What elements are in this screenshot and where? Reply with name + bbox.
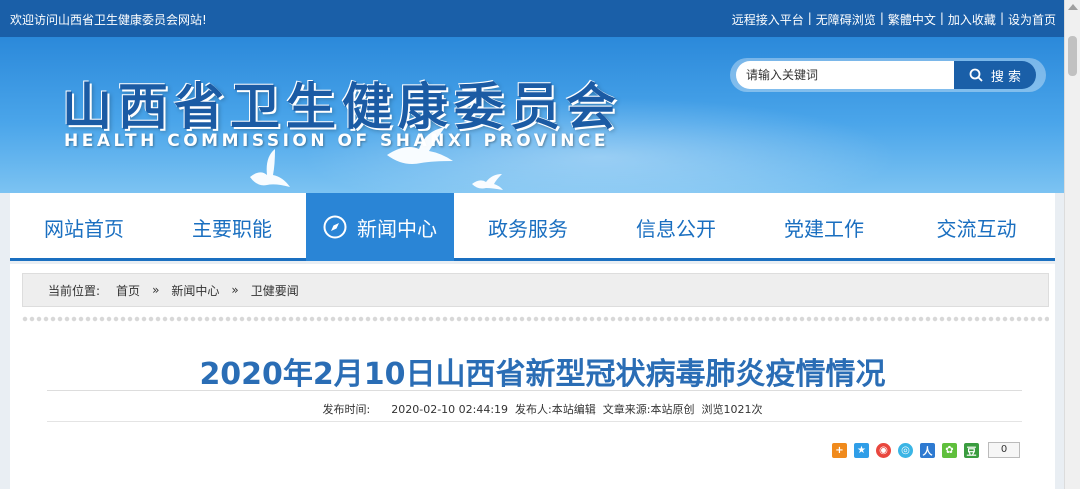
nav-item-label: 网站首页 — [44, 216, 124, 241]
breadcrumb-current[interactable]: 卫健要闻 — [251, 282, 299, 299]
breadcrumb-news[interactable]: 新闻中心 — [171, 282, 219, 299]
article-title: 2020年2月10日山西省新型冠状病毒肺炎疫情情况 — [199, 357, 886, 392]
site-subtitle: HEALTH COMMISSION OF SHANXI PROVINCE — [64, 131, 610, 151]
add-favorite-link[interactable]: 加入收藏 — [948, 11, 996, 28]
breadcrumb-prefix: 当前位置: — [48, 283, 101, 298]
share-renren-icon[interactable]: 人 — [920, 442, 935, 458]
nav-item-party[interactable]: 党建工作 — [750, 193, 898, 261]
separator: | — [939, 11, 944, 25]
breadcrumb-home[interactable]: 首页 — [116, 282, 140, 299]
share-more-icon[interactable]: + — [832, 442, 847, 458]
dove-icon — [250, 149, 290, 187]
nav-item-label: 交流互动 — [936, 216, 1017, 241]
share-qzone-icon[interactable]: ★ — [854, 442, 869, 458]
nav-item-disclosure[interactable]: 信息公开 — [602, 193, 750, 261]
search-button-label: 搜 索 — [990, 69, 1022, 85]
breadcrumb-arrow: » — [152, 283, 160, 297]
top-bar: 欢迎访问山西省卫生健康委员会网站! 远程接入平台 | 无障碍浏览 | 繁體中文 … — [0, 0, 1064, 37]
page-scrollbar[interactable] — [1064, 0, 1080, 489]
search-input[interactable] — [736, 61, 954, 89]
share-tqq-icon[interactable]: ◎ — [898, 442, 913, 458]
share-weibo-icon[interactable]: ◉ — [876, 442, 891, 458]
traditional-chinese-link[interactable]: 繁體中文 — [888, 11, 936, 28]
article-meta: 发布时间: 2020-02-10 02:44:19 发布人:本站编辑 文章来源:… — [322, 403, 763, 416]
nav-item-interaction[interactable]: 交流互动 — [898, 193, 1055, 261]
remote-access-link[interactable]: 远程接入平台 — [732, 11, 804, 28]
nav-item-home[interactable]: 网站首页 — [10, 193, 158, 261]
nav-item-label: 信息公开 — [636, 216, 716, 241]
accessibility-link[interactable]: 无障碍浏览 — [816, 11, 876, 28]
welcome-text: 欢迎访问山西省卫生健康委员会网站! — [10, 13, 207, 27]
search-icon — [969, 68, 983, 82]
nav-item-label: 主要职能 — [192, 216, 272, 241]
share-kaixin-icon[interactable]: ✿ — [942, 442, 957, 458]
search-button[interactable]: 搜 索 — [954, 61, 1036, 89]
dove-icon — [472, 174, 503, 190]
breadcrumb-arrow: » — [231, 283, 239, 297]
content-panel: 当前位置: 首页 » 新闻中心 » 卫健要闻 2020年2月10日山西省新型冠状… — [10, 264, 1055, 489]
separator: | — [999, 11, 1004, 25]
main-nav: 网站首页 主要职能 新闻中心 政务服务 信息公开 党建工作 交流互动 — [10, 193, 1055, 261]
decorative-divider — [22, 316, 1049, 322]
separator: | — [879, 11, 884, 25]
breadcrumb: 当前位置: 首页 » 新闻中心 » 卫健要闻 — [22, 273, 1049, 307]
nav-item-functions[interactable]: 主要职能 — [158, 193, 306, 261]
divider — [47, 390, 1022, 391]
separator: | — [807, 11, 812, 25]
scroll-up-icon[interactable] — [1068, 4, 1078, 10]
scroll-thumb[interactable] — [1068, 36, 1077, 76]
site-title: 山西省卫生健康委员会 — [62, 78, 622, 136]
share-bar: + ★ ◉ ◎ 人 ✿ 豆 0 — [832, 442, 1020, 458]
divider — [47, 421, 1022, 422]
share-count: 0 — [988, 442, 1020, 458]
nav-item-services[interactable]: 政务服务 — [454, 193, 602, 261]
dove-icon — [387, 127, 453, 164]
set-homepage-link[interactable]: 设为首页 — [1008, 11, 1056, 28]
share-douban-icon[interactable]: 豆 — [964, 442, 979, 458]
compass-icon — [323, 215, 347, 239]
nav-item-label: 新闻中心 — [357, 216, 437, 241]
nav-item-news[interactable]: 新闻中心 — [306, 193, 454, 261]
nav-item-label: 政务服务 — [488, 216, 568, 241]
nav-item-label: 党建工作 — [784, 216, 864, 241]
top-links: 远程接入平台 | 无障碍浏览 | 繁體中文 | 加入收藏 | 设为首页 — [732, 11, 1056, 28]
